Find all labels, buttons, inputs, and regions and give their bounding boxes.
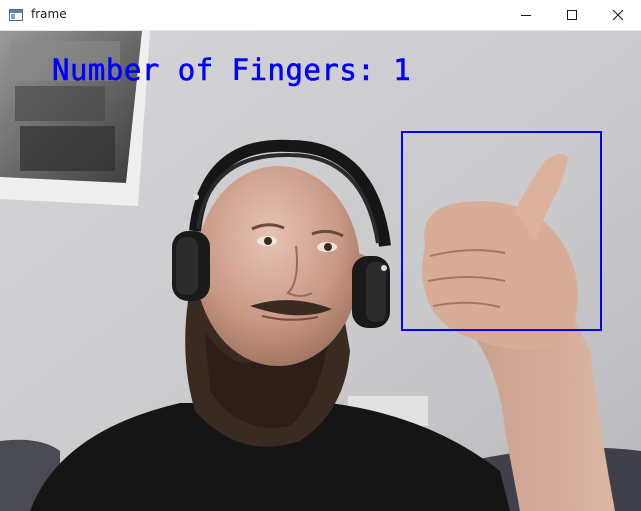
hand-detection-box [401, 131, 602, 331]
app-window-icon [9, 9, 23, 21]
minimize-icon [521, 15, 531, 16]
app-window: frame Number of Fingers: 1 [0, 0, 641, 511]
maximize-button[interactable] [549, 0, 595, 30]
maximize-icon [567, 10, 577, 20]
title-bar[interactable]: frame [0, 0, 641, 31]
window-title: frame [31, 7, 67, 21]
close-icon [612, 9, 624, 21]
minimize-button[interactable] [503, 0, 549, 30]
finger-count-label: Number of Fingers: 1 [52, 53, 412, 88]
close-button[interactable] [595, 0, 641, 30]
video-frame: Number of Fingers: 1 [0, 31, 641, 511]
